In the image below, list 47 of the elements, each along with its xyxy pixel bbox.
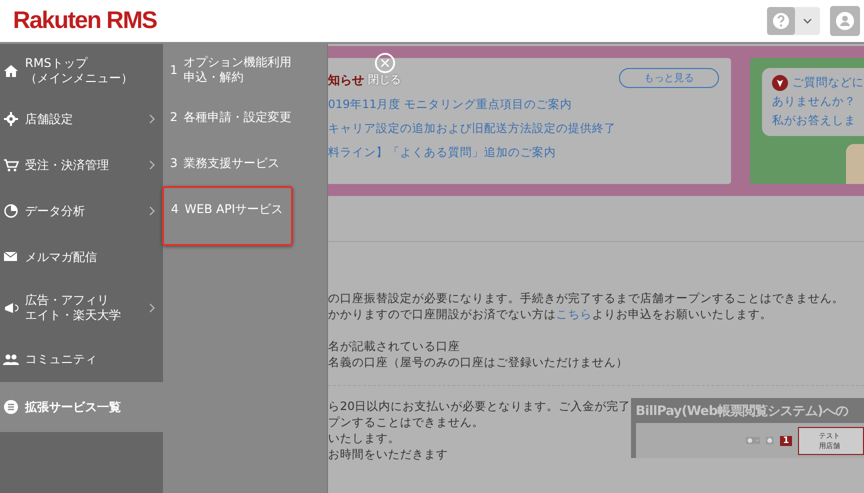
- body-text: お時間をいただきます: [328, 446, 449, 462]
- notice-link[interactable]: 料ライン】「よくある質問」追加のご案内: [328, 140, 719, 164]
- list-text: 名義の口座（屋号のみの口座はご登録いただけません）: [328, 354, 629, 370]
- help-text: ご質問などに: [792, 74, 864, 91]
- menu-item[interactable]: メルマガ配信: [0, 234, 163, 280]
- notice-title: 知らせ: [328, 72, 364, 88]
- shield-icon: [772, 74, 788, 90]
- help-text: 私がお答えしま: [772, 112, 857, 129]
- body-text: かかりますので口座開設がお済でない方は こちら よりお申込をお願いいたします。: [328, 306, 773, 322]
- number-badge: 1: [780, 436, 792, 446]
- user-icon: [766, 434, 774, 447]
- menu-item[interactable]: 広告・アフィリ エイト・楽天大学: [0, 280, 163, 336]
- menu-icon: [3, 300, 19, 316]
- submenu-item[interactable]: 3 業務支援サービス: [163, 140, 293, 186]
- close-icon[interactable]: [374, 52, 396, 74]
- hand-drawing: [846, 144, 864, 184]
- billpay-title: BillPay(Web帳票閲覧システム)への: [636, 403, 850, 420]
- menu-item[interactable]: 店舗設定: [0, 96, 163, 142]
- caret-icon: [803, 18, 812, 24]
- notice-link[interactable]: キャリア設定の追加および旧配送方法設定の提供終了: [328, 116, 719, 140]
- menu-item[interactable]: 拡張サービス一覧: [0, 382, 163, 432]
- body-text: いたします。: [328, 430, 401, 446]
- user-icon[interactable]: [830, 6, 860, 36]
- menu-item[interactable]: データ分析: [0, 188, 163, 234]
- body-text: プンすることはできません。: [328, 414, 485, 430]
- more-button[interactable]: もっと見る: [619, 68, 719, 88]
- menu-icon: [3, 111, 19, 127]
- menu-icon: [3, 203, 19, 219]
- body-text: ら20日以内にお支払いが必要となります。ご入金が完了: [328, 398, 631, 414]
- menu-item[interactable]: コミュニティ: [0, 336, 163, 382]
- help-icon: [746, 434, 760, 447]
- menu-item[interactable]: 受注・決済管理: [0, 142, 163, 188]
- help-icon: [767, 7, 795, 35]
- notice-link[interactable]: 019年11月度 モニタリング重点項目のご案内: [328, 92, 719, 116]
- submenu-item[interactable]: 4 WEB APIサービス: [162, 186, 293, 246]
- body-text: の口座振替設定が必要になります。手続きが完了するまで店舗オープンすることはできません。: [328, 290, 845, 306]
- submenu-item[interactable]: 2 各種申請・設定変更: [163, 94, 293, 140]
- list-text: 名が記載されている口座: [328, 338, 461, 354]
- menu-icon: [3, 157, 19, 173]
- menu-icon: [3, 399, 19, 415]
- menu-icon: [3, 63, 19, 79]
- help-text: ありませんか？: [772, 93, 857, 110]
- close-label[interactable]: 閉じる: [368, 72, 401, 87]
- help-button[interactable]: [767, 7, 820, 35]
- link[interactable]: こちら: [556, 307, 592, 321]
- menu-item[interactable]: RMSトップ （メインメニュー）: [0, 46, 163, 96]
- logo[interactable]: Rakuten RMS: [13, 7, 157, 35]
